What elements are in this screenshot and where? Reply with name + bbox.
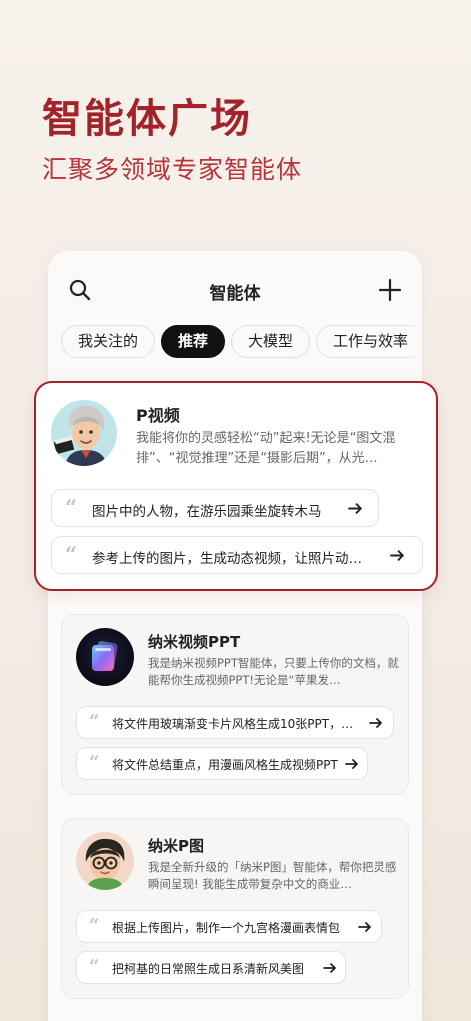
page-subtitle: 汇聚多领域专家智能体	[42, 155, 303, 184]
panel-title: 智能体	[209, 284, 261, 304]
tabs-fade	[406, 323, 422, 361]
prompt-chip[interactable]: “ 图片中的人物，在游乐园乘坐旋转木马	[51, 489, 379, 527]
arrow-right-icon	[358, 922, 371, 932]
quote-icon: “	[65, 495, 78, 520]
quote-icon: “	[65, 542, 78, 567]
prompt-text: 根据上传图片，制作一个九宫格漫画表情包	[112, 921, 341, 935]
agent-name: 纳米视频PPT	[148, 633, 241, 651]
agent-description: 我是全新升级的「纳米P图」智能体，帮你把灵感瞬间呈现! 我能生成带复杂中文的商业…	[148, 860, 397, 892]
arrow-right-icon	[345, 759, 358, 769]
agent-description: 我是纳米视频PPT智能体，只要上传你的文档，就能帮你生成视频PPT!无论是“苹果…	[148, 656, 399, 688]
quote-icon: “	[89, 711, 100, 732]
agent-name: P视频	[136, 406, 180, 425]
agent-description: 我能将你的灵感轻松“动”起来!无论是“图文混排”、“视觉推理”还是“摄影后期”，…	[136, 431, 396, 466]
arrow-right-icon	[323, 963, 336, 973]
prompt-chip[interactable]: “ 把柯基的日常照生成日系清新风美图	[76, 951, 346, 984]
quote-icon: “	[89, 915, 100, 936]
tab-following[interactable]: 我关注的	[61, 325, 156, 358]
prompt-text: 将文件总结重点，用漫画风格生成视频PPT	[112, 758, 338, 772]
prompt-text: 参考上传的图片，生成动态视频，让照片动…	[92, 551, 362, 567]
avatar	[76, 832, 134, 890]
prompt-chip[interactable]: “ 参考上传的图片，生成动态视频，让照片动…	[51, 536, 423, 574]
tab-recommended[interactable]: 推荐	[161, 325, 226, 358]
prompt-chip[interactable]: “ 将文件用玻璃渐变卡片风格生成10张PPT，…	[76, 706, 394, 739]
agent-card-p-video[interactable]: P视频 我能将你的灵感轻松“动”起来!无论是“图文混排”、“视觉推理”还是“摄影…	[34, 381, 438, 591]
top-bar: 智能体	[48, 251, 422, 323]
ppt-logo-icon	[92, 641, 118, 671]
quote-icon: “	[89, 752, 100, 773]
plus-icon[interactable]	[378, 278, 402, 302]
tab-llm[interactable]: 大模型	[231, 325, 311, 358]
avatar	[51, 400, 117, 466]
cartoon-avatar-icon	[85, 838, 125, 890]
agent-name: 纳米P图	[148, 837, 204, 855]
arrow-right-icon	[348, 503, 362, 514]
prompt-chip[interactable]: “ 将文件总结重点，用漫画风格生成视频PPT	[76, 747, 368, 780]
agent-card-nano-video-ppt[interactable]: 纳米视频PPT 我是纳米视频PPT智能体，只要上传你的文档，就能帮你生成视频PP…	[61, 614, 409, 795]
prompt-text: 把柯基的日常照生成日系清新风美图	[112, 962, 305, 976]
cartoon-director-icon	[53, 405, 107, 466]
prompt-chip[interactable]: “ 根据上传图片，制作一个九宫格漫画表情包	[76, 910, 382, 943]
agent-square-panel: 智能体 我关注的 推荐 大模型 工作与效率 纳米视频PPT 我是纳米视频PPT智…	[48, 251, 422, 1021]
prompt-text: 图片中的人物，在游乐园乘坐旋转木马	[92, 504, 322, 520]
quote-icon: “	[89, 956, 100, 977]
avatar	[76, 628, 134, 686]
page-title: 智能体广场	[42, 95, 252, 142]
arrow-right-icon	[369, 718, 382, 728]
agent-card-nano-p-image[interactable]: 纳米P图 我是全新升级的「纳米P图」智能体，帮你把灵感瞬间呈现! 我能生成带复杂…	[61, 818, 409, 999]
prompt-text: 将文件用玻璃渐变卡片风格生成10张PPT，…	[112, 717, 354, 731]
arrow-right-icon	[390, 550, 404, 561]
category-tabs: 我关注的 推荐 大模型 工作与效率	[61, 325, 422, 359]
